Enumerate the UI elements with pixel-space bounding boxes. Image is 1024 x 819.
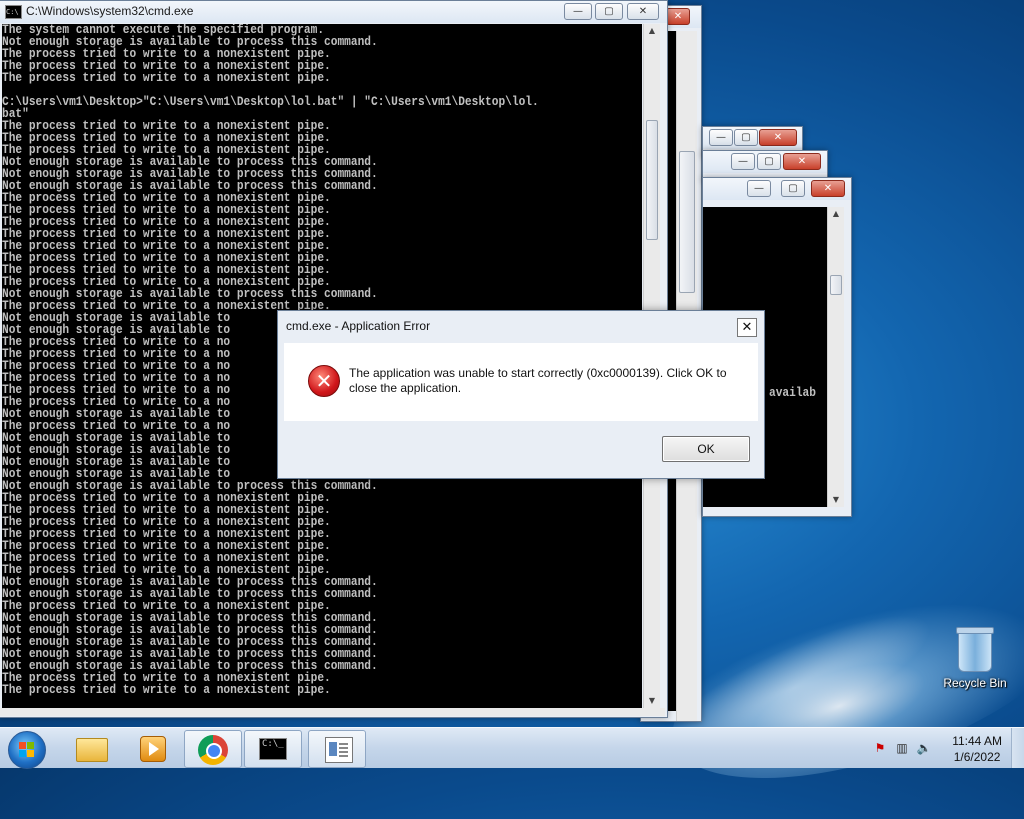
maximize-button[interactable]: ▢ — [757, 153, 781, 170]
error-icon: ✕ — [308, 365, 340, 397]
window-title: C:\Windows\system32\cmd.exe — [26, 4, 194, 18]
cmd-app-icon: C:\ — [5, 5, 22, 19]
console-line: The process tried to write to a nonexist… — [2, 682, 331, 697]
taskbar-media-player[interactable] — [122, 730, 178, 766]
taskbar-explorer[interactable] — [62, 730, 118, 766]
error-message: The application was unable to start corr… — [349, 366, 727, 395]
clock[interactable]: 11:44 AM 1/6/2022 — [952, 733, 1002, 765]
maximize-button[interactable]: ▢ — [595, 3, 623, 20]
window-bottom-border — [0, 708, 665, 716]
application-error-dialog[interactable]: cmd.exe - Application Error ✕ ✕ The appl… — [277, 310, 765, 479]
clock-date: 1/6/2022 — [953, 750, 1001, 764]
recycle-bin-icon[interactable] — [956, 627, 994, 672]
console-line: The process tried to write to a nonexist… — [2, 70, 331, 85]
scroll-down-arrow[interactable]: ▼ — [644, 694, 660, 708]
close-button[interactable]: ✕ — [666, 8, 690, 25]
maximize-button[interactable]: ▢ — [734, 129, 758, 146]
close-button[interactable]: ✕ — [627, 3, 659, 20]
close-button[interactable]: ✕ — [759, 129, 797, 146]
maximize-button[interactable]: ▢ — [781, 180, 805, 197]
show-desktop-button[interactable] — [1011, 728, 1024, 768]
windows-logo-icon — [19, 742, 35, 758]
minimize-button[interactable]: — — [747, 180, 771, 197]
scroll-down-arrow[interactable]: ▼ — [828, 493, 844, 507]
folder-icon — [76, 738, 108, 762]
dialog-title: cmd.exe - Application Error — [286, 319, 431, 333]
taskbar: C:\_ ⚑ ▥ 🔈 11:44 AM 1/6/2022 — [0, 727, 1024, 769]
scrollbar-thumb[interactable] — [830, 275, 842, 295]
scrollbar-thumb[interactable] — [679, 151, 695, 293]
console-line: availab — [769, 385, 816, 400]
dialog-body: ✕ The application was unable to start co… — [284, 343, 758, 421]
scroll-up-arrow[interactable]: ▲ — [828, 207, 844, 221]
minimize-button[interactable]: — — [564, 3, 592, 20]
recycle-bin[interactable]: Recycle Bin — [942, 627, 1008, 690]
volume-icon[interactable]: 🔈 — [916, 740, 932, 756]
action-center-flag-icon[interactable]: ⚑ — [872, 740, 888, 756]
scroll-up-arrow[interactable]: ▲ — [644, 24, 660, 38]
console-line: C:\Users\vm1\Desktop>"C:\Users\vm1\Deskt… — [2, 94, 539, 109]
cmd-icon: C:\_ — [259, 738, 287, 760]
scrollbar-thumb[interactable] — [646, 120, 658, 240]
system-tray: ⚑ ▥ 🔈 11:44 AM 1/6/2022 — [864, 728, 1024, 768]
taskbar-cmd[interactable]: C:\_ — [244, 730, 302, 768]
close-button[interactable]: ✕ — [811, 180, 845, 197]
taskbar-app[interactable] — [308, 730, 366, 768]
title-bar[interactable]: C:\ C:\Windows\system32\cmd.exe — ▢ ✕ — [0, 1, 667, 23]
ok-button[interactable]: OK — [662, 436, 750, 462]
start-button[interactable] — [8, 731, 46, 769]
application-icon — [325, 737, 353, 763]
network-icon[interactable]: ▥ — [894, 740, 910, 756]
minimize-button[interactable]: — — [731, 153, 755, 170]
minimize-button[interactable]: — — [709, 129, 733, 146]
media-player-icon — [140, 736, 166, 762]
dialog-close-button[interactable]: ✕ — [737, 318, 757, 337]
chrome-icon — [198, 735, 228, 765]
vertical-scrollbar[interactable]: ▲ ▼ — [827, 207, 844, 507]
recycle-bin-label[interactable]: Recycle Bin — [942, 676, 1008, 690]
clock-time: 11:44 AM — [952, 734, 1002, 748]
taskbar-chrome[interactable] — [184, 730, 242, 768]
close-button[interactable]: ✕ — [783, 153, 821, 170]
